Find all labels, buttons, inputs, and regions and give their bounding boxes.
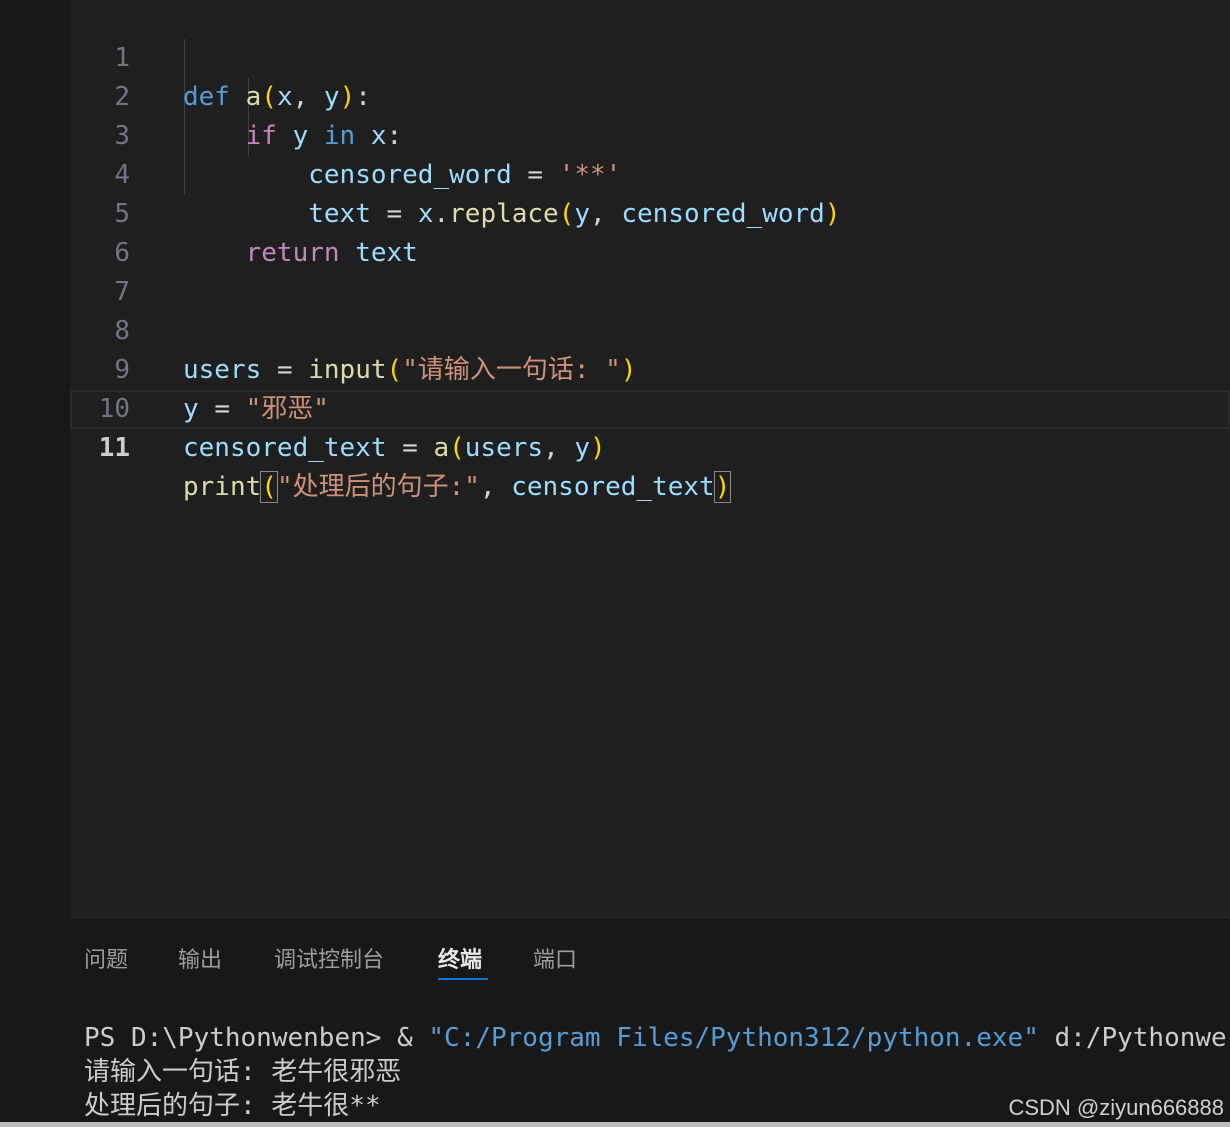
terminal-exe-path: "C:/Program Files/Python312/python.exe": [428, 1023, 1039, 1053]
watermark: CSDN @ziyun666888: [1008, 1095, 1224, 1121]
vscode-window: 1 def a(x, y): 2 if y in x: 3 censored_w…: [0, 0, 1230, 1127]
panel-tabs: 问题 输出 调试控制台 终端 端口: [70, 918, 1230, 988]
token: ,: [479, 472, 512, 502]
code-editor[interactable]: 1 def a(x, y): 2 if y in x: 3 censored_w…: [70, 0, 1230, 917]
terminal-input-line[interactable]: 请输入一句话: 老牛很邪恶: [84, 1055, 401, 1089]
tab-terminal[interactable]: 终端: [438, 942, 482, 974]
terminal-prompt: PS D:\Pythonwenben> &: [84, 1023, 429, 1053]
code-line[interactable]: 9 y = "邪恶": [70, 312, 1230, 424]
token: (: [449, 433, 465, 463]
bracket-match-open: (: [260, 471, 278, 503]
token: censored_text: [511, 472, 715, 502]
tab-debug-console[interactable]: 调试控制台: [274, 942, 384, 974]
terminal-script-path: d:/Pythonwer: [1038, 1023, 1230, 1053]
token: ): [590, 433, 606, 463]
token: =: [402, 433, 418, 463]
token: ,: [543, 433, 575, 463]
activity-bar: [0, 0, 70, 1127]
terminal-output-line[interactable]: 处理后的句子: 老牛很**: [84, 1089, 381, 1123]
code-line[interactable]: 8 users = input("请输入一句话: "): [70, 273, 1230, 385]
code-line[interactable]: 6: [70, 195, 1230, 268]
code-line[interactable]: 3 censored_word = '**': [70, 78, 1230, 190]
tab-ports[interactable]: 端口: [533, 942, 577, 974]
token: "处理后的句子:": [276, 472, 480, 502]
code-line-current[interactable]: 11 print("处理后的句子:", censored_text): [70, 390, 1230, 503]
code-text: censored_text = a(users, y): [183, 429, 606, 468]
code-line[interactable]: 5 return text: [70, 156, 1230, 268]
code-line[interactable]: 2 if y in x:: [70, 39, 1230, 151]
line-number: 11: [98, 433, 130, 463]
tab-problems[interactable]: 问题: [84, 942, 128, 974]
bracket-match-close: ): [713, 471, 732, 503]
active-tab-indicator: [438, 978, 488, 980]
token: users: [464, 433, 544, 463]
code-line[interactable]: 7: [70, 234, 1230, 307]
code-line[interactable]: 10 censored_text = a(users, y): [70, 351, 1230, 463]
token: a: [433, 433, 450, 463]
code-line[interactable]: 1 def a(x, y):: [70, 0, 1230, 112]
token: y: [574, 433, 591, 463]
token: print: [183, 472, 262, 502]
token: censored_text: [183, 433, 387, 463]
terminal-command-line[interactable]: PS D:\Pythonwenben> & "C:/Program Files/…: [84, 1021, 1230, 1055]
bottom-strip: [0, 1122, 1230, 1127]
code-line[interactable]: 4 text = x.replace(y, censored_word): [70, 117, 1230, 229]
tab-output[interactable]: 输出: [178, 942, 222, 974]
code-text: print("处理后的句子:", censored_text): [183, 468, 732, 507]
